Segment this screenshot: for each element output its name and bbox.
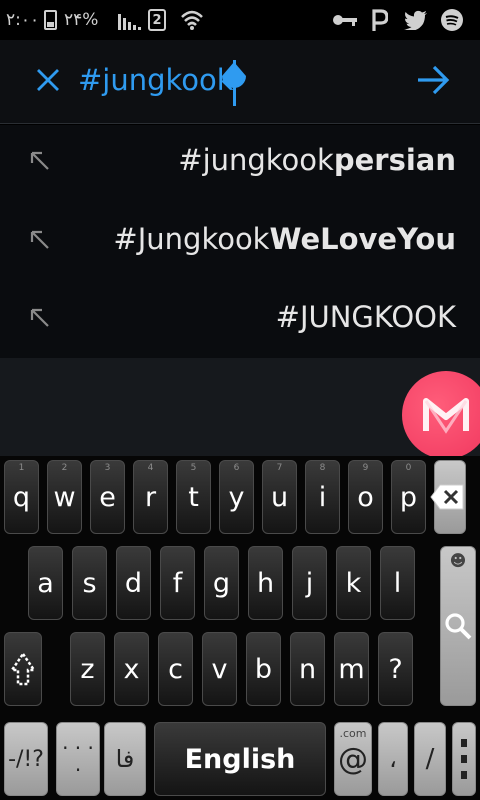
battery-percent: ۲۴%: [64, 10, 99, 30]
fill-query-arrow-icon[interactable]: [28, 306, 52, 330]
search-icon: [445, 613, 472, 640]
key-v[interactable]: v: [202, 632, 237, 706]
fill-query-arrow-icon[interactable]: [28, 228, 52, 252]
suggestion-text: #JUNGKOOK: [275, 300, 456, 334]
spotify-icon: [440, 0, 464, 40]
comma-key[interactable]: ،: [378, 722, 408, 796]
fill-query-arrow-icon[interactable]: [28, 149, 52, 173]
key-d[interactable]: d: [116, 546, 151, 620]
search-enter-key[interactable]: ☻: [440, 546, 476, 706]
key-y[interactable]: 6y: [219, 460, 254, 534]
key-question[interactable]: ?: [378, 632, 413, 706]
key-b[interactable]: b: [246, 632, 281, 706]
key-j[interactable]: j: [292, 546, 327, 620]
space-key[interactable]: English: [154, 722, 326, 796]
key-c[interactable]: c: [158, 632, 193, 706]
musixmatch-floating-button[interactable]: [402, 371, 480, 459]
slash-key[interactable]: /: [414, 722, 446, 796]
suggestion-list: #jungkookpersian #JungkookWeLoveYou #JUN…: [0, 125, 480, 358]
key-a[interactable]: a: [28, 546, 63, 620]
key-x[interactable]: x: [114, 632, 149, 706]
key-k[interactable]: k: [336, 546, 371, 620]
suggestion-item[interactable]: #jungkookpersian: [0, 125, 480, 203]
pinterest-icon: [370, 0, 388, 40]
twitter-icon: [404, 0, 428, 40]
key-l[interactable]: l: [380, 546, 415, 620]
key-n[interactable]: n: [290, 632, 325, 706]
status-bar: ۲:۰۰ ۲۴% 2: [0, 0, 480, 40]
close-search-button[interactable]: [28, 60, 68, 100]
key-icon: [332, 0, 358, 40]
key-u[interactable]: 7u: [262, 460, 297, 534]
signal-icon: [118, 0, 142, 40]
more-vertical-icon: [461, 739, 467, 779]
shift-icon: [10, 652, 36, 686]
key-z[interactable]: z: [70, 632, 105, 706]
status-time: ۲:۰۰: [6, 10, 40, 30]
punctuation-key[interactable]: · · · ·: [56, 722, 100, 796]
musixmatch-logo-icon: [423, 398, 469, 434]
search-go-button[interactable]: [410, 58, 456, 102]
battery-icon: [44, 0, 57, 40]
symbols-key[interactable]: -/!?: [4, 722, 48, 796]
at-key[interactable]: .com @: [334, 722, 372, 796]
shift-key[interactable]: [4, 632, 42, 706]
suggestion-text: #JungkookWeLoveYou: [113, 222, 456, 256]
suggestion-item[interactable]: #JungkookWeLoveYou: [0, 204, 480, 282]
suggestion-text: #jungkookpersian: [178, 143, 456, 177]
more-keys-button[interactable]: [452, 722, 476, 796]
wifi-icon: [180, 0, 204, 40]
key-e[interactable]: 3e: [90, 460, 125, 534]
key-t[interactable]: 5t: [176, 460, 211, 534]
key-w[interactable]: 2w: [47, 460, 82, 534]
key-r[interactable]: 4r: [133, 460, 168, 534]
smiley-hint: ☻: [449, 551, 467, 570]
key-h[interactable]: h: [248, 546, 283, 620]
cursor-handle[interactable]: [220, 62, 248, 90]
key-s[interactable]: s: [72, 546, 107, 620]
key-m[interactable]: m: [334, 632, 369, 706]
arrow-right-icon: [418, 65, 450, 95]
backspace-icon: [430, 484, 464, 510]
key-g[interactable]: g: [204, 546, 239, 620]
close-icon: [37, 69, 59, 91]
key-i[interactable]: 8i: [305, 460, 340, 534]
backspace-key[interactable]: [430, 460, 466, 534]
keyboard: 1q 2w 3e 4r 5t 6y 7u 8i 9o 0p a s d f g …: [0, 456, 480, 800]
language-persian-key[interactable]: فا: [104, 722, 146, 796]
sim-slot-icon: 2: [148, 9, 166, 31]
key-f[interactable]: f: [160, 546, 195, 620]
key-o[interactable]: 9o: [348, 460, 383, 534]
key-q[interactable]: 1q: [4, 460, 39, 534]
suggestion-item[interactable]: #JUNGKOOK: [0, 282, 480, 360]
key-p[interactable]: 0p: [391, 460, 426, 534]
search-input[interactable]: #jungkook: [78, 60, 234, 100]
